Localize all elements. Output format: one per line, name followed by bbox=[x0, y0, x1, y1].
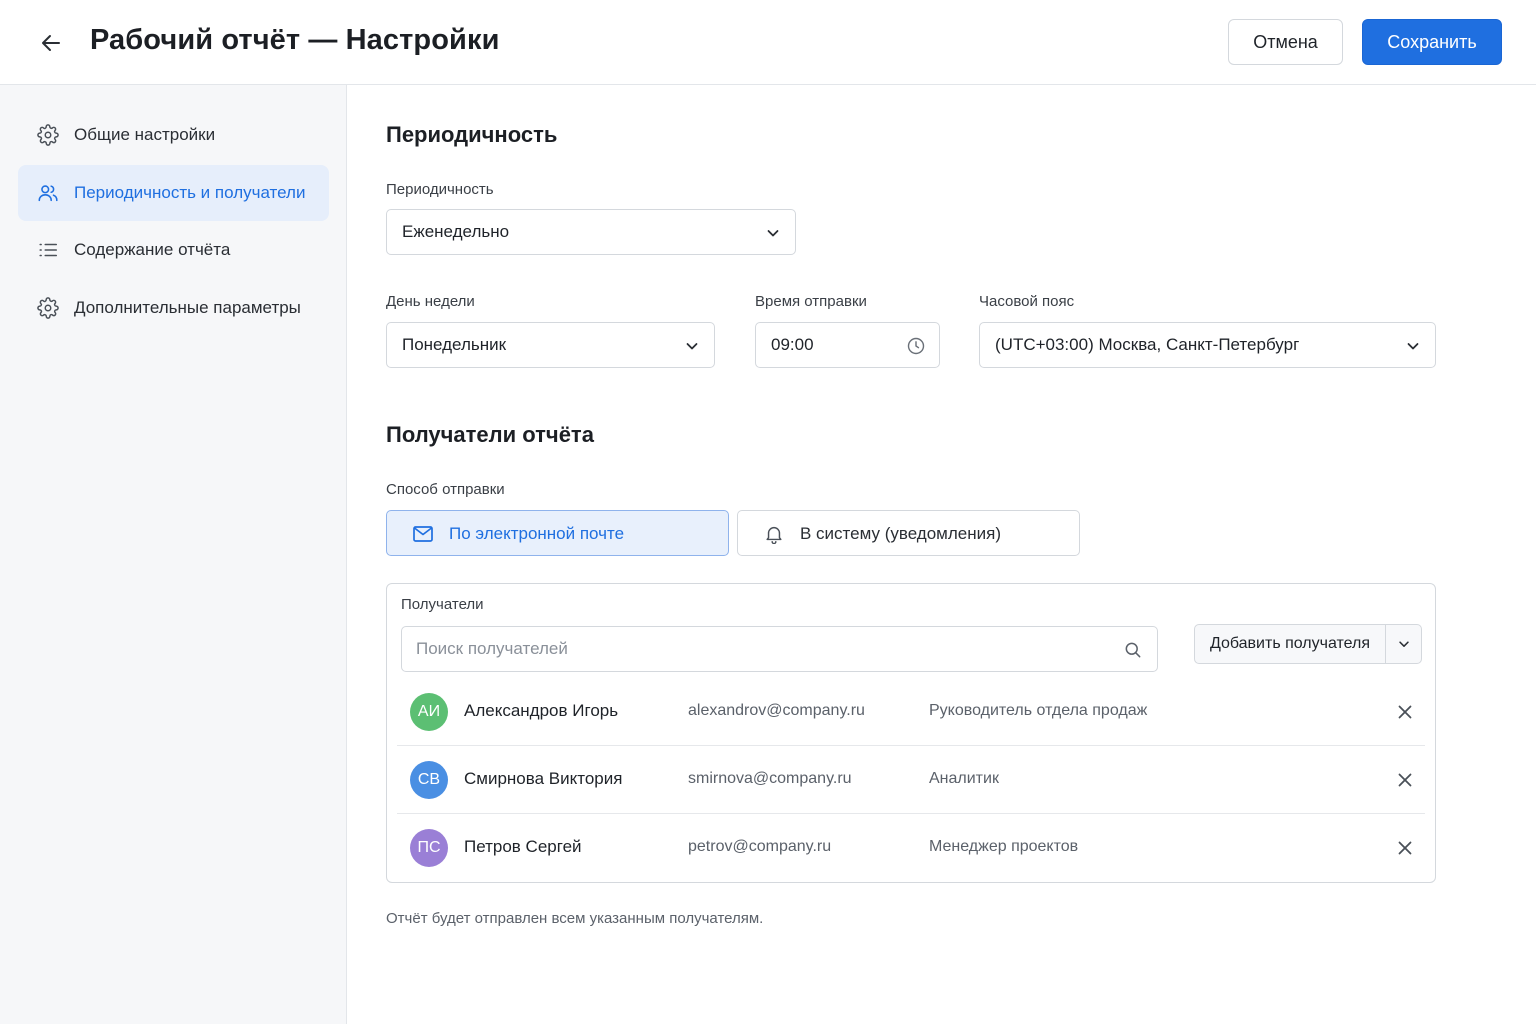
weekday-select[interactable]: Понедельник bbox=[386, 322, 715, 368]
add-recipient-button[interactable]: Добавить получателя bbox=[1195, 625, 1385, 663]
recipients-note: Отчёт будет отправлен всем указанным пол… bbox=[386, 910, 764, 927]
frequency-select[interactable]: Еженедельно bbox=[386, 209, 796, 255]
save-button[interactable]: Сохранить bbox=[1362, 19, 1502, 65]
weekday-label: День недели bbox=[386, 293, 475, 310]
recipient-email: alexandrov@company.ru bbox=[688, 702, 865, 719]
periodicity-section-title: Периодичность bbox=[386, 122, 558, 147]
frequency-label: Периодичность bbox=[386, 181, 494, 198]
avatar: ПС bbox=[410, 829, 448, 867]
add-recipient-dropdown-button[interactable] bbox=[1386, 625, 1421, 663]
timezone-value: (UTC+03:00) Москва, Санкт-Петербург bbox=[995, 335, 1300, 354]
recipient-row: СВ Смирнова Виктория smirnova@company.ru… bbox=[397, 746, 1425, 814]
gear-icon bbox=[37, 297, 59, 319]
sidebar-item-label: Периодичность и получатели bbox=[74, 183, 306, 202]
recipient-role: Аналитик bbox=[929, 770, 999, 787]
timezone-select[interactable]: (UTC+03:00) Москва, Санкт-Петербург bbox=[979, 322, 1436, 368]
sidebar-item-periodicity[interactable]: Периодичность и получатели bbox=[18, 165, 329, 221]
list-icon bbox=[39, 243, 58, 257]
recipients-section-title: Получатели отчёта bbox=[386, 422, 594, 447]
clock-icon bbox=[907, 337, 925, 355]
chevron-down-icon bbox=[686, 343, 698, 350]
remove-recipient-close-icon[interactable] bbox=[1395, 838, 1415, 858]
recipient-email: smirnova@company.ru bbox=[688, 770, 852, 787]
recipient-row: ПС Петров Сергей petrov@company.ru Менед… bbox=[397, 814, 1425, 882]
send-method-label: Способ отправки bbox=[386, 481, 505, 498]
bell-icon bbox=[766, 526, 782, 544]
frequency-value: Еженедельно bbox=[402, 222, 510, 241]
time-label: Время отправки bbox=[755, 293, 867, 310]
avatar: СВ bbox=[410, 761, 448, 799]
method-email-option[interactable]: По электронной почте bbox=[386, 510, 729, 556]
recipient-name: Петров Сергей bbox=[464, 837, 582, 856]
sidebar-item-label: Содержание отчёта bbox=[74, 240, 231, 259]
remove-recipient-close-icon[interactable] bbox=[1395, 770, 1415, 790]
cancel-button[interactable]: Отмена bbox=[1228, 19, 1343, 65]
arrow-left-icon bbox=[42, 35, 60, 51]
search-icon bbox=[1125, 642, 1141, 658]
recipient-search-input[interactable] bbox=[416, 637, 1096, 661]
recipient-row: АИ Александров Игорь alexandrov@company.… bbox=[397, 678, 1425, 746]
recipient-name: Александров Игорь bbox=[464, 701, 619, 720]
page-title: Рабочий отчёт — Настройки bbox=[90, 24, 500, 56]
sidebar-item-content[interactable]: Содержание отчёта bbox=[18, 222, 329, 278]
chevron-down-icon bbox=[1398, 641, 1409, 647]
remove-recipient-close-icon[interactable] bbox=[1395, 702, 1415, 722]
sidebar-item-label: Общие настройки bbox=[74, 125, 216, 144]
gear-icon bbox=[37, 124, 59, 146]
method-email-label: По электронной почте bbox=[449, 524, 625, 543]
recipient-email: petrov@company.ru bbox=[688, 838, 832, 855]
sidebar-item-label: Дополнительные параметры bbox=[74, 298, 301, 317]
mail-icon bbox=[413, 526, 433, 542]
users-icon bbox=[38, 185, 58, 202]
back-button[interactable] bbox=[34, 27, 68, 59]
sidebar: Общие настройки Периодичность и получате… bbox=[0, 85, 347, 1024]
time-value: 09:00 bbox=[771, 335, 814, 354]
recipients-panel: Получатели Добавить получателя АИ Алекса… bbox=[386, 583, 1436, 883]
top-bar: Рабочий отчёт — Настройки Отмена Сохрани… bbox=[0, 0, 1536, 85]
recipient-search[interactable] bbox=[401, 626, 1158, 672]
weekday-value: Понедельник bbox=[402, 335, 507, 354]
method-system-option[interactable]: В систему (уведомления) bbox=[737, 510, 1080, 556]
timezone-label: Часовой пояс bbox=[979, 293, 1075, 310]
chevron-down-icon bbox=[767, 230, 779, 237]
time-input[interactable]: 09:00 bbox=[755, 322, 940, 368]
add-recipient-split-button: Добавить получателя bbox=[1194, 624, 1422, 664]
recipient-name: Смирнова Виктория bbox=[464, 769, 623, 788]
recipient-role: Менеджер проектов bbox=[929, 838, 1079, 855]
chevron-down-icon bbox=[1407, 343, 1419, 350]
sidebar-item-general[interactable]: Общие настройки bbox=[18, 107, 329, 163]
recipient-role: Руководитель отдела продаж bbox=[929, 702, 1148, 719]
avatar: АИ bbox=[410, 693, 448, 731]
sidebar-item-advanced[interactable]: Дополнительные параметры bbox=[18, 280, 329, 336]
method-system-label: В систему (уведомления) bbox=[800, 524, 1001, 543]
recipients-panel-title: Получатели bbox=[401, 596, 484, 613]
